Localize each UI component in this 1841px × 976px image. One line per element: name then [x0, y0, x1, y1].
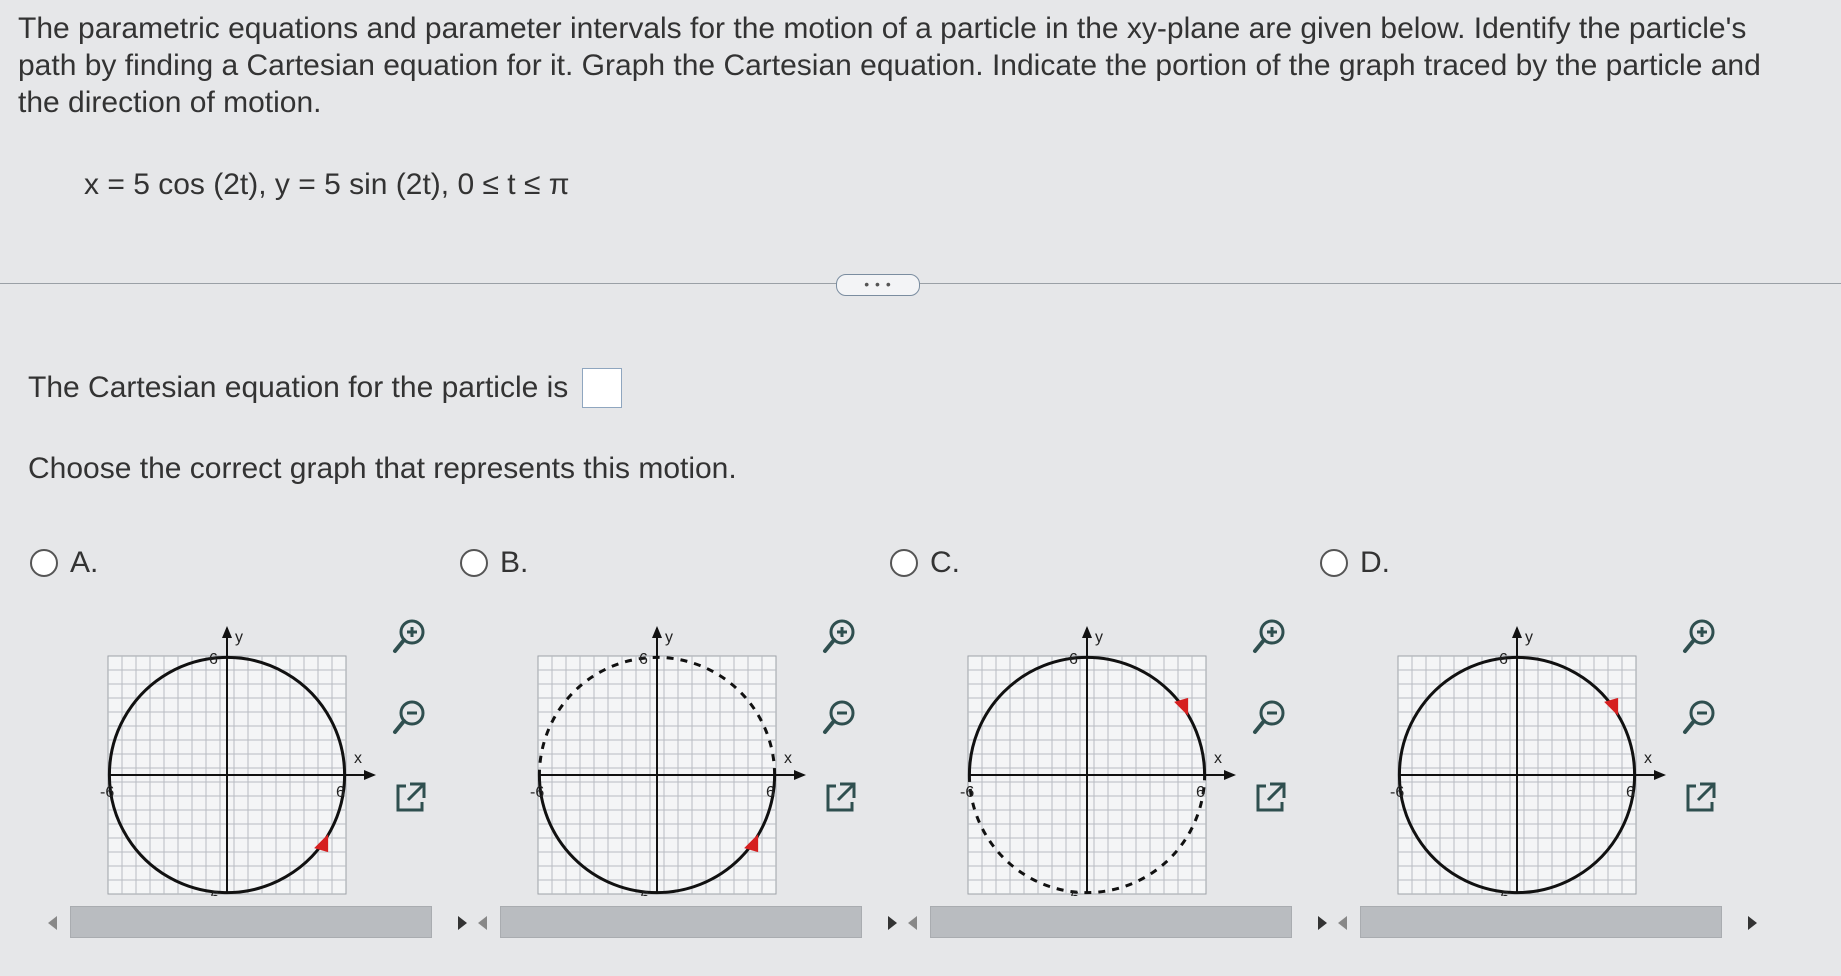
- x-axis-label: x: [784, 750, 792, 767]
- graph-tools: [390, 616, 430, 859]
- x-axis-label: x: [1214, 750, 1222, 767]
- choose-prompt: Choose the correct graph that represents…: [28, 452, 737, 485]
- option-label: A.: [70, 546, 99, 579]
- y-tick-pos: 6: [1069, 651, 1078, 668]
- option-c-scrollbar[interactable]: [890, 904, 1327, 938]
- option-a-graph: yx6-6-66: [100, 626, 376, 896]
- y-tick-neg: -6: [205, 889, 219, 896]
- option-d-graph: yx6-6-66: [1390, 626, 1666, 896]
- x-axis-arrowhead: [1224, 770, 1236, 780]
- scroll-left-arrow[interactable]: [1338, 916, 1347, 930]
- zoom-in-icon[interactable]: [1250, 616, 1290, 656]
- scroll-track[interactable]: [500, 906, 862, 938]
- option-c: C.yx6-6-66: [890, 546, 1327, 976]
- option-b-scrollbar[interactable]: [460, 904, 897, 938]
- x-axis-arrowhead: [1654, 770, 1666, 780]
- option-b-graph: yx6-6-66: [530, 626, 806, 896]
- zoom-out-icon[interactable]: [820, 697, 860, 737]
- x-tick-pos: 6: [336, 784, 345, 801]
- y-axis-label: y: [1525, 629, 1533, 646]
- scroll-track[interactable]: [1360, 906, 1722, 938]
- divider: [0, 283, 1841, 284]
- x-tick-pos: 6: [766, 784, 775, 801]
- graph-tools: [1250, 616, 1290, 859]
- x-axis-arrowhead: [364, 770, 376, 780]
- x-tick-pos: 6: [1626, 784, 1635, 801]
- x-tick-neg: -6: [100, 784, 114, 801]
- scroll-left-arrow[interactable]: [908, 916, 917, 930]
- zoom-in-icon[interactable]: [390, 616, 430, 656]
- radio-button[interactable]: [890, 549, 918, 577]
- option-c-choice[interactable]: C.: [890, 546, 960, 580]
- y-tick-pos: 6: [639, 651, 648, 668]
- scroll-track[interactable]: [930, 906, 1292, 938]
- option-d-choice[interactable]: D.: [1320, 546, 1390, 580]
- option-b: B.yx6-6-66: [460, 546, 897, 976]
- x-tick-neg: -6: [1390, 784, 1404, 801]
- zoom-out-icon[interactable]: [1680, 697, 1720, 737]
- y-tick-neg: -6: [1495, 889, 1509, 896]
- answer-input-box[interactable]: [582, 368, 623, 408]
- answer-line: The Cartesian equation for the particle …: [28, 368, 623, 408]
- x-tick-neg: -6: [960, 784, 974, 801]
- option-d: D.yx6-6-66: [1320, 546, 1757, 976]
- y-axis-label: y: [665, 629, 673, 646]
- x-axis-label: x: [354, 750, 362, 767]
- y-tick-neg: -6: [1065, 889, 1079, 896]
- open-new-window-icon[interactable]: [820, 778, 860, 818]
- option-b-choice[interactable]: B.: [460, 546, 528, 580]
- radio-button[interactable]: [460, 549, 488, 577]
- radio-button[interactable]: [30, 549, 58, 577]
- option-a: A.yx6-6-66: [30, 546, 467, 976]
- option-label: D.: [1360, 546, 1390, 579]
- zoom-in-icon[interactable]: [1680, 616, 1720, 656]
- option-a-scrollbar[interactable]: [30, 904, 467, 938]
- option-c-graph: yx6-6-66: [960, 626, 1236, 896]
- open-new-window-icon[interactable]: [1680, 778, 1720, 818]
- scroll-left-arrow[interactable]: [48, 916, 57, 930]
- graph-tools: [820, 616, 860, 859]
- y-tick-pos: 6: [1499, 651, 1508, 668]
- radio-button[interactable]: [1320, 549, 1348, 577]
- zoom-in-icon[interactable]: [820, 616, 860, 656]
- y-axis-label: y: [1095, 629, 1103, 646]
- scroll-left-arrow[interactable]: [478, 916, 487, 930]
- y-axis-label: y: [235, 629, 243, 646]
- y-tick-pos: 6: [209, 651, 218, 668]
- option-a-choice[interactable]: A.: [30, 546, 98, 580]
- x-axis-arrowhead: [794, 770, 806, 780]
- option-d-scrollbar[interactable]: [1320, 904, 1757, 938]
- x-tick-pos: 6: [1196, 784, 1205, 801]
- x-axis-label: x: [1644, 750, 1652, 767]
- open-new-window-icon[interactable]: [390, 778, 430, 818]
- zoom-out-icon[interactable]: [390, 697, 430, 737]
- y-tick-neg: -6: [635, 889, 649, 896]
- y-axis-arrowhead: [1512, 626, 1522, 638]
- x-tick-neg: -6: [530, 784, 544, 801]
- y-axis-arrowhead: [1082, 626, 1092, 638]
- option-label: B.: [500, 546, 529, 579]
- option-label: C.: [930, 546, 960, 579]
- zoom-out-icon[interactable]: [1250, 697, 1290, 737]
- graph-tools: [1680, 616, 1720, 859]
- answer-prompt: The Cartesian equation for the particle …: [28, 371, 569, 404]
- y-axis-arrowhead: [222, 626, 232, 638]
- parametric-equation: x = 5 cos (2t), y = 5 sin (2t), 0 ≤ t ≤ …: [84, 168, 570, 201]
- question-text: The parametric equations and parameter i…: [18, 12, 1761, 119]
- scroll-track[interactable]: [70, 906, 432, 938]
- more-button[interactable]: • • •: [836, 274, 920, 296]
- open-new-window-icon[interactable]: [1250, 778, 1290, 818]
- y-axis-arrowhead: [652, 626, 662, 638]
- scroll-right-arrow[interactable]: [1748, 916, 1757, 930]
